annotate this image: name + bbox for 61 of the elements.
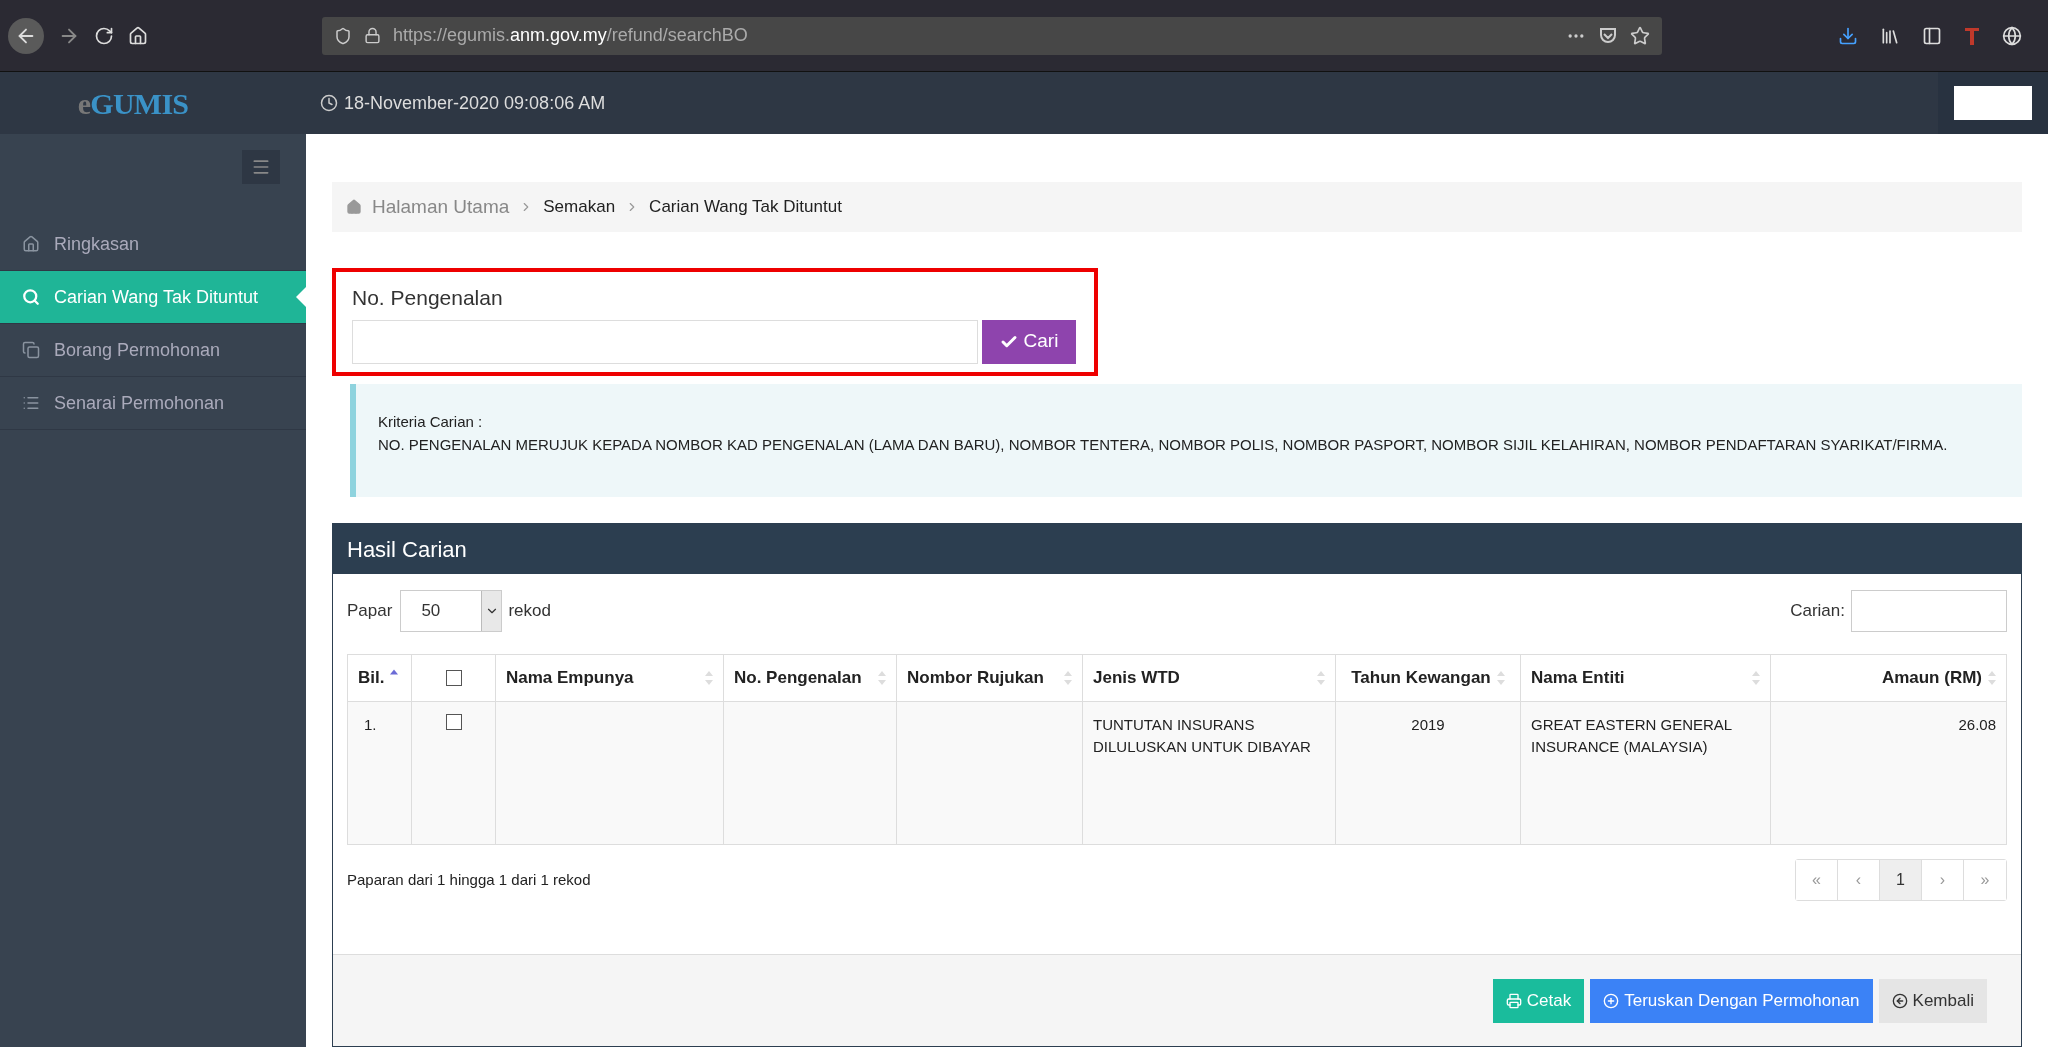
column-header[interactable]: No. Pengenalan xyxy=(724,655,897,701)
copy-icon xyxy=(22,341,40,359)
panel-header: Hasil Carian xyxy=(333,524,2021,574)
home-icon[interactable] xyxy=(128,25,148,46)
table-cell: TUNTUTAN INSURANS DILULUSKAN UNTUK DIBAYAR xyxy=(1093,716,1311,755)
arrow-left-circle-icon xyxy=(1891,992,1908,1009)
column-header[interactable]: Amaun (RM) xyxy=(1771,655,2006,701)
summary-text: Paparan dari 1 hingga 1 dari 1 rekod xyxy=(347,869,591,890)
back-button[interactable] xyxy=(8,17,44,54)
extension-icon[interactable] xyxy=(1964,25,1980,46)
info-text: NO. PENGENALAN MERUJUK KEPADA NOMBOR KAD PENGENALAN (LAMA DAN BARU), NOMBOR TENTERA, NOMBOR POLIS, NOMBOR PASPORT, NOMBOR SIJIL KELAHIRAN, NOMBOR PENDAFTARAN SYARIKAT/FIRMA. xyxy=(378,435,1949,455)
list-icon xyxy=(22,394,40,412)
back-button[interactable]: Kembali xyxy=(1878,978,1987,1023)
sort-ascending-icon[interactable] xyxy=(390,669,399,675)
address-bar[interactable]: https://egumis.anm.gov.my/refund/searchBO xyxy=(322,16,1662,55)
sidebar-item[interactable]: Borang Permohonan xyxy=(0,324,306,377)
column-header[interactable]: Nama Entiti xyxy=(1521,655,1771,701)
clock-icon xyxy=(320,94,338,112)
menu-toggle-button[interactable] xyxy=(242,150,280,184)
info-title: Kriteria Carian : xyxy=(378,412,484,432)
show-label: Papar xyxy=(347,600,393,623)
checkbox[interactable] xyxy=(445,714,462,730)
search-button[interactable]: Cari xyxy=(982,319,1076,364)
active-pointer xyxy=(296,287,306,307)
checkbox[interactable] xyxy=(445,670,462,686)
pocket-icon[interactable] xyxy=(1598,25,1618,46)
lock-icon xyxy=(364,27,381,44)
shield-icon[interactable] xyxy=(334,26,352,45)
download-icon[interactable] xyxy=(1838,25,1858,46)
table-cell: GREAT EASTERN GENERAL INSURANCE (MALAYSIA) xyxy=(1531,716,1732,755)
plus-circle-icon xyxy=(1603,992,1620,1009)
records-label: rekod xyxy=(508,600,551,623)
home-icon xyxy=(22,235,40,253)
home-icon xyxy=(346,199,362,215)
field-label: No. Pengenalan xyxy=(352,285,504,311)
column-header[interactable]: Bil. xyxy=(348,655,412,701)
proceed-button[interactable]: Teruskan Dengan Permohonan xyxy=(1590,978,1873,1023)
id-number-field[interactable] xyxy=(352,319,978,364)
print-icon xyxy=(1505,992,1522,1009)
table-cell: 2019 xyxy=(1411,716,1445,733)
page-size-select[interactable]: 50 xyxy=(400,590,503,632)
sidebar-item[interactable]: Senarai Permohonan xyxy=(0,377,306,430)
star-icon[interactable] xyxy=(1630,25,1650,46)
column-header[interactable]: Nama Empunya xyxy=(496,655,724,701)
column-header[interactable]: Jenis WTD xyxy=(1083,655,1336,701)
table-cell-text: 1. xyxy=(363,716,377,733)
filter-label: Carian: xyxy=(1790,600,1845,623)
menu-icon xyxy=(251,157,271,177)
reload-icon[interactable] xyxy=(94,25,114,46)
globe-icon[interactable] xyxy=(2002,25,2022,46)
table-cell: 26.08 xyxy=(1958,716,1996,733)
url-text: https://egumis.anm.gov.my/refund/searchBO xyxy=(393,24,748,47)
sidebar-icon[interactable] xyxy=(1922,25,1942,46)
column-header[interactable]: Tahun Kewangan xyxy=(1336,655,1521,701)
page-button[interactable]: 1 xyxy=(1880,860,1922,900)
datetime-text: 18-November-2020 09:08:06 AM xyxy=(344,91,606,115)
logo: eGUMIS xyxy=(77,85,189,122)
column-header[interactable]: Nombor Rujukan xyxy=(897,655,1083,701)
filter-field[interactable] xyxy=(1851,590,2007,632)
search-icon xyxy=(22,288,40,306)
breadcrumb-link[interactable]: Semakan xyxy=(543,194,616,220)
